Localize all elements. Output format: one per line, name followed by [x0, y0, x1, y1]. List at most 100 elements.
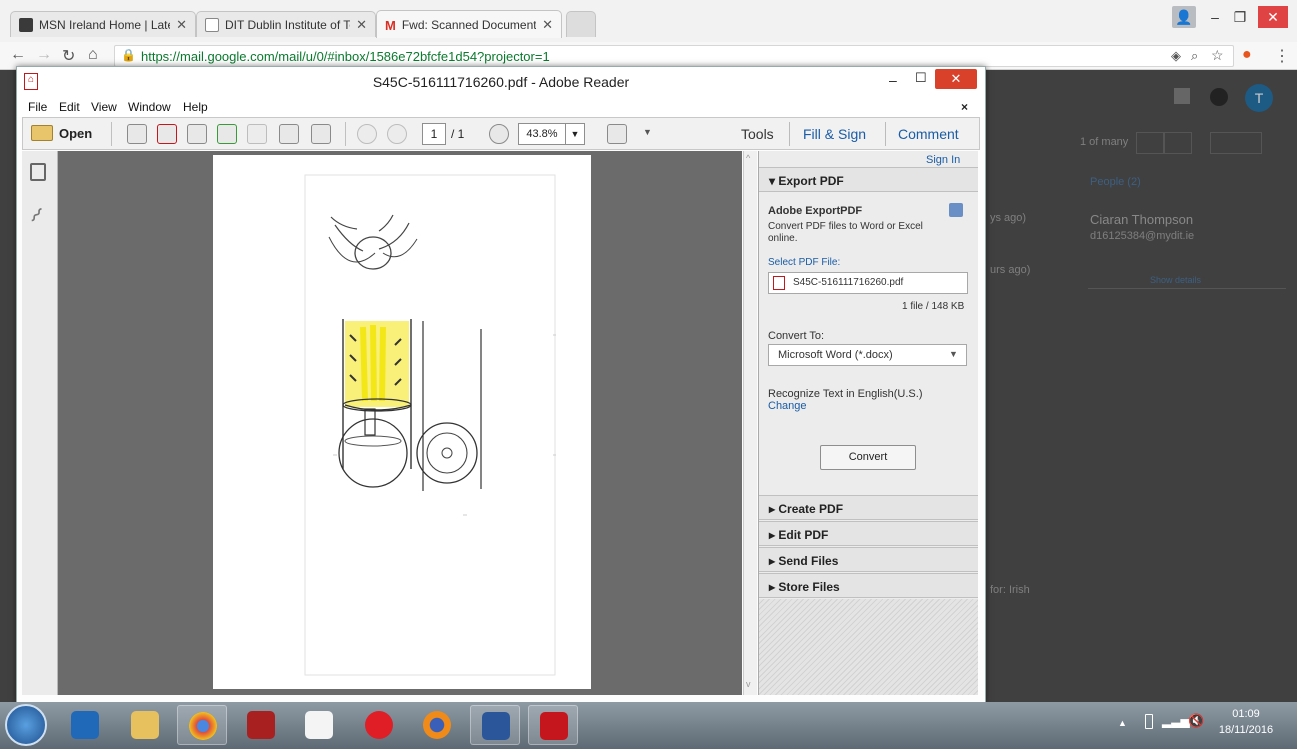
bookmark-star-icon[interactable]: ☆: [1211, 47, 1224, 64]
fit-page-icon[interactable]: [607, 124, 627, 144]
avatar[interactable]: T: [1245, 84, 1273, 112]
newer-button[interactable]: [1164, 132, 1192, 154]
create-pdf-icon[interactable]: [127, 124, 147, 144]
volume-muted-icon[interactable]: 🔇: [1188, 713, 1204, 729]
close-tab-icon[interactable]: ✕: [542, 17, 553, 33]
close-tab-icon[interactable]: ✕: [356, 17, 367, 33]
apps-grid-icon: [305, 711, 333, 739]
zoom-dropdown-icon[interactable]: ▼: [565, 123, 585, 145]
taskbar-app-grid[interactable]: [294, 705, 344, 745]
scroll-down-icon[interactable]: v: [746, 679, 751, 689]
comment-tab[interactable]: Comment: [898, 126, 959, 142]
zoom-input[interactable]: 43.8%: [518, 123, 566, 145]
chrome-menu-icon[interactable]: ⋮: [1274, 46, 1290, 66]
taskbar-app-opera[interactable]: [354, 705, 404, 745]
extension-icon[interactable]: ●: [1242, 46, 1252, 64]
apps-grid-icon[interactable]: [1174, 88, 1190, 104]
edit-pdf-header[interactable]: ▸ Edit PDF: [759, 521, 978, 546]
user-profile-icon[interactable]: 👤: [1172, 6, 1196, 28]
close-window-button[interactable]: ✕: [1258, 6, 1288, 28]
cast-icon[interactable]: ◈: [1171, 48, 1181, 64]
restore-button[interactable]: ❐: [1228, 6, 1252, 28]
clock-time[interactable]: 01:09: [1218, 708, 1274, 720]
maximize-button[interactable]: ☐: [915, 70, 927, 86]
opera-icon: [365, 711, 393, 739]
battery-icon[interactable]: [1145, 714, 1153, 729]
section-title: Send Files: [778, 554, 839, 568]
clock-date[interactable]: 18/11/2016: [1212, 724, 1280, 736]
convert-to-select[interactable]: Microsoft Word (*.docx) ▼: [768, 344, 967, 366]
url-text[interactable]: https://mail.google.com/mail/u/0/#inbox/…: [141, 49, 550, 64]
forward-icon[interactable]: →: [36, 46, 52, 64]
create-pdf-header[interactable]: ▸ Create PDF: [759, 495, 978, 520]
store-files-header[interactable]: ▸ Store Files: [759, 573, 978, 598]
scroll-up-icon[interactable]: ^: [746, 153, 750, 163]
reload-icon[interactable]: ↻: [62, 46, 75, 66]
show-hidden-icons[interactable]: ▲: [1118, 718, 1127, 728]
edit-icon[interactable]: [187, 124, 207, 144]
page-thumbnails-icon[interactable]: [30, 163, 46, 181]
menu-edit[interactable]: Edit: [59, 100, 80, 114]
export-pdf-header[interactable]: ▾ Export PDF: [759, 167, 978, 192]
timestamp-text: urs ago): [990, 264, 1031, 276]
taskbar-app-adobe-reader[interactable]: [528, 705, 578, 745]
settings-gear-icon[interactable]: [1210, 132, 1262, 154]
taskbar-app-control-panel[interactable]: [60, 705, 110, 745]
tab-gmail[interactable]: M Fwd: Scanned Document ✕: [376, 10, 562, 38]
menu-file[interactable]: File: [28, 100, 47, 114]
tools-pane: Sign In ▾ Export PDF Adobe ExportPDF Con…: [758, 151, 978, 695]
notifications-icon[interactable]: [1210, 88, 1228, 106]
taskbar-app-firefox[interactable]: [412, 705, 462, 745]
toolbar-more-icon[interactable]: ▼: [643, 127, 652, 137]
selected-file-field[interactable]: S45C-516111716260.pdf: [768, 272, 968, 294]
close-tab-icon[interactable]: ✕: [176, 17, 187, 33]
menu-window[interactable]: Window: [128, 100, 171, 114]
windows-taskbar: ▲ ▂▃▅ 🔇 01:09 18/11/2016: [0, 702, 1297, 749]
print-icon[interactable]: [279, 124, 299, 144]
menu-help[interactable]: Help: [183, 100, 208, 114]
taskbar-app-power[interactable]: [236, 705, 286, 745]
label-chip[interactable]: for: Irish: [990, 584, 1030, 596]
minimize-button[interactable]: –: [1203, 6, 1227, 28]
tab-dit[interactable]: DIT Dublin Institute of Te ✕: [196, 11, 376, 37]
start-button[interactable]: [5, 704, 47, 746]
address-bar[interactable]: 🔒 https://mail.google.com/mail/u/0/#inbo…: [114, 45, 1234, 67]
reader-toolbar: Open 1 / 1 43.8% ▼ ▼ Tools Fill & Sign C…: [22, 117, 980, 150]
new-tab-button[interactable]: [566, 11, 596, 37]
combine-files-icon[interactable]: [157, 124, 177, 144]
open-button[interactable]: Open: [59, 126, 92, 141]
export-service-icon: [949, 203, 963, 217]
network-icon[interactable]: ▂▃▅: [1162, 714, 1190, 728]
sign-in-link[interactable]: Sign In: [926, 154, 960, 166]
taskbar-app-chrome[interactable]: [177, 705, 227, 745]
show-details-link[interactable]: Show details: [1150, 275, 1201, 285]
save-icon[interactable]: [247, 124, 267, 144]
convert-button[interactable]: Convert: [820, 445, 916, 470]
zoom-out-icon[interactable]: [489, 124, 509, 144]
taskbar-app-word[interactable]: [470, 705, 520, 745]
older-button[interactable]: [1136, 132, 1164, 154]
chevron-down-icon: ▼: [949, 349, 958, 359]
close-window-button[interactable]: ✕: [935, 69, 977, 89]
next-page-icon[interactable]: [387, 124, 407, 144]
menu-view[interactable]: View: [91, 100, 117, 114]
tab-msn[interactable]: MSN Ireland Home | Late ✕: [10, 11, 196, 37]
browser-tab-strip: MSN Ireland Home | Late ✕ DIT Dublin Ins…: [0, 0, 1297, 42]
convert-to-value: Microsoft Word (*.docx): [778, 349, 893, 361]
previous-page-icon[interactable]: [357, 124, 377, 144]
upload-cloud-icon[interactable]: [217, 124, 237, 144]
change-link[interactable]: Change: [768, 400, 807, 412]
send-files-header[interactable]: ▸ Send Files: [759, 547, 978, 572]
home-icon[interactable]: ⌂: [88, 46, 98, 64]
email-icon[interactable]: [311, 124, 331, 144]
taskbar-app-explorer[interactable]: [120, 705, 170, 745]
zoom-icon[interactable]: ⌕: [1191, 48, 1198, 64]
document-scrollbar[interactable]: ^ v: [743, 151, 757, 695]
tools-tab[interactable]: Tools: [741, 126, 774, 142]
close-document-icon[interactable]: ×: [961, 100, 968, 114]
fill-sign-tab[interactable]: Fill & Sign: [803, 126, 866, 142]
back-icon[interactable]: ←: [10, 46, 26, 64]
page-number-input[interactable]: 1: [422, 123, 446, 145]
minimize-button[interactable]: –: [889, 72, 897, 88]
attachments-paperclip-icon[interactable]: ⌇: [24, 203, 48, 228]
